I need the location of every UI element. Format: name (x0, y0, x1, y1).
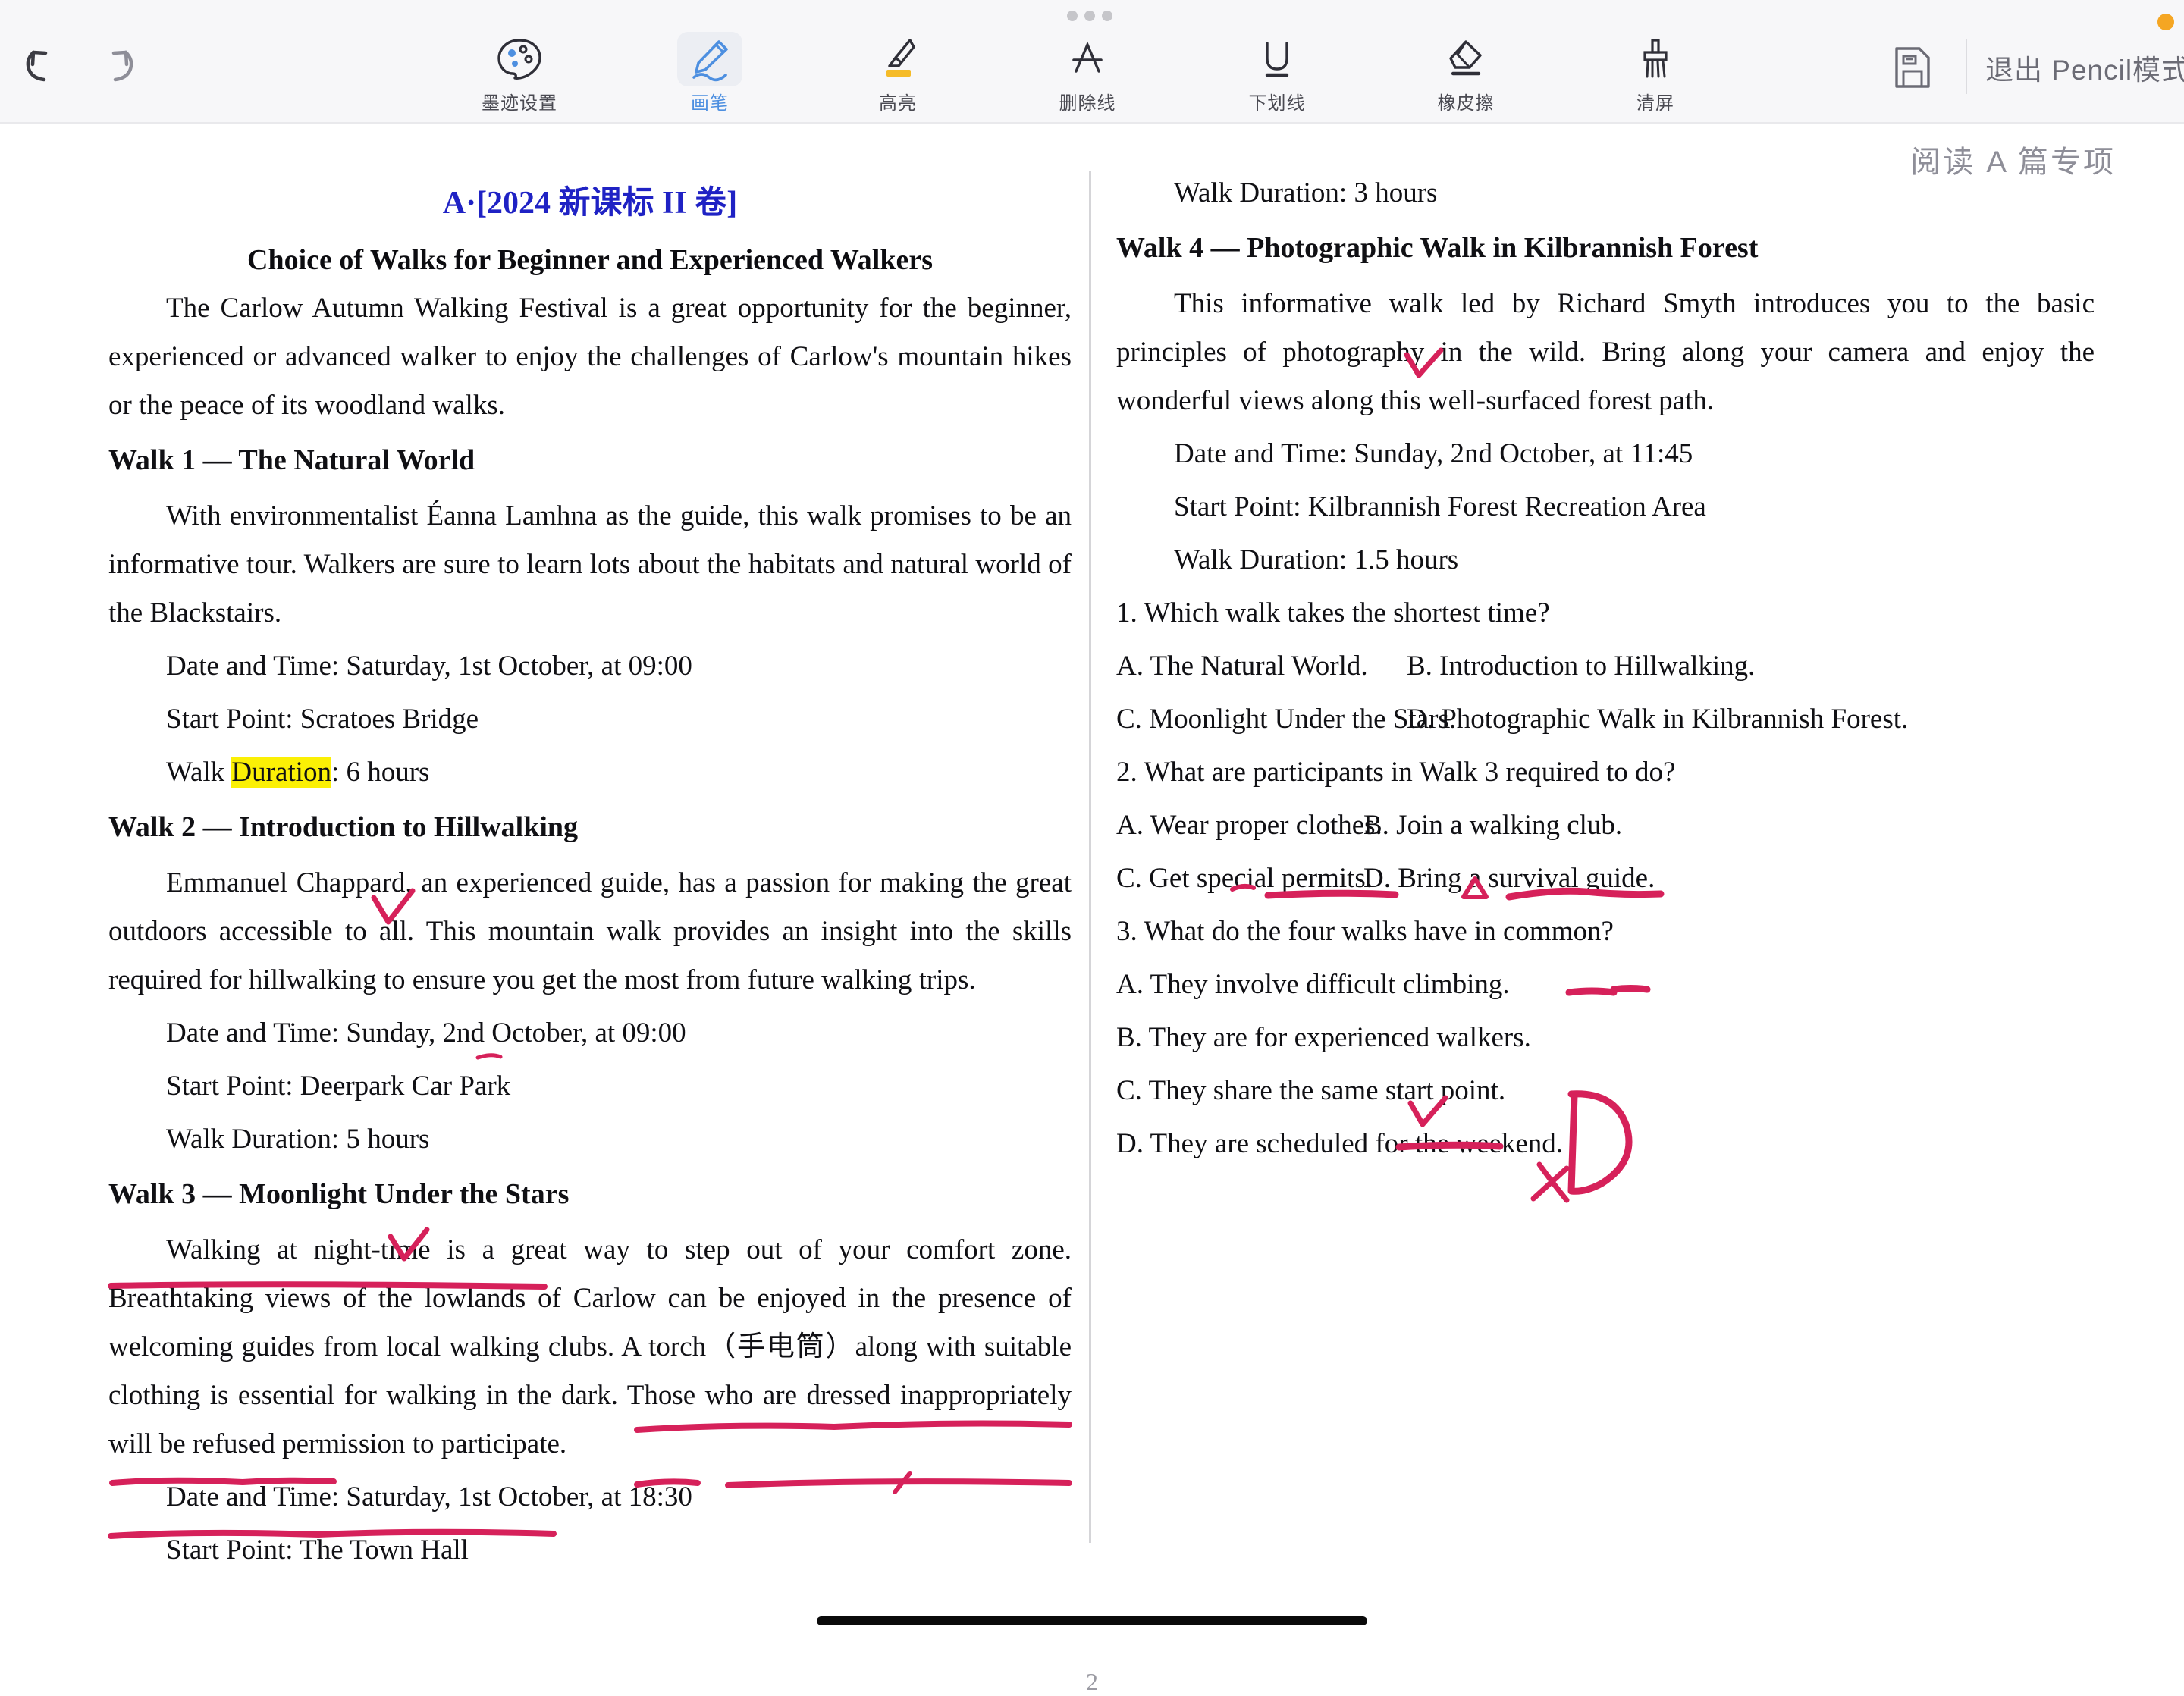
tool-eraser[interactable]: 橡皮擦 (1409, 32, 1523, 115)
tool-label: 下划线 (1248, 93, 1306, 114)
highlighter-icon (865, 32, 930, 86)
question-2-option-c[interactable]: C. Get special permits. (1116, 863, 1373, 894)
walk2-heading: Walk 2 — Introduction to Hillwalking (108, 811, 579, 843)
exit-pencil-mode-button[interactable]: 退出 Pencil模式 (1985, 47, 2184, 88)
question-2-option-b[interactable]: B. Join a walking club. (1363, 801, 1622, 850)
grabber-dot (1102, 11, 1112, 21)
walk1-duration-pre: Walk (166, 757, 232, 788)
walk1-date: Date and Time: Saturday, 1st October, at… (166, 650, 692, 682)
tool-pen[interactable]: 画笔 (653, 32, 767, 115)
undo-icon (26, 50, 48, 82)
question-3-option-a[interactable]: A. They involve difficult climbing. (1116, 961, 2095, 1009)
tool-highlight[interactable]: 高亮 (841, 32, 955, 115)
tool-strikethrough[interactable]: 删除线 (1031, 32, 1144, 115)
window-grabber-dots[interactable] (1067, 11, 1112, 21)
walk3-date: Date and Time: Saturday, 1st October, at… (166, 1481, 692, 1513)
strikethrough-icon (1055, 32, 1120, 86)
save-button[interactable] (1889, 44, 1936, 91)
tool-underline[interactable]: 下划线 (1220, 32, 1334, 115)
toolbar-divider (1966, 39, 1967, 94)
highlighted-duration-word: Duration (231, 757, 331, 788)
eraser-icon (1433, 32, 1498, 86)
walk3-heading: Walk 3 — Moonlight Under the Stars (108, 1178, 570, 1210)
walk1-start: Start Point: Scratoes Bridge (166, 704, 479, 735)
question-3-option-b[interactable]: B. They are for experienced walkers. (1116, 1014, 2095, 1062)
grabber-dot (1084, 11, 1095, 21)
question-3-option-d[interactable]: D. They are scheduled for the weekend. (1116, 1120, 2095, 1168)
tool-label: 画笔 (691, 93, 729, 114)
walk4-start: Start Point: Kilbrannish Forest Recreati… (1174, 491, 1706, 522)
document-page: 阅读 A 篇专项 A·[2024 新课标 II 卷] Choice of Wal… (0, 124, 2184, 1695)
question-2-options-row-2: C. Get special permits. D. Bring a survi… (1116, 854, 2095, 903)
passage-id-title: A·[2024 新课标 II 卷] (442, 186, 738, 221)
palette-icon (487, 32, 552, 86)
walk2-body: Emmanuel Chappard, an experienced guide,… (108, 867, 1072, 995)
question-2-option-a[interactable]: A. Wear proper clothes. (1116, 810, 1382, 841)
notification-dot[interactable] (2157, 14, 2174, 30)
redo-button[interactable] (91, 42, 141, 89)
home-indicator[interactable] (817, 1616, 1367, 1625)
pencil-toolbar: 墨迹设置 画笔 高亮 删除线 下划线 橡皮擦 清屏 退出 Pencil模式 (0, 0, 2184, 124)
question-3-stem: 3. What do the four walks have in common… (1116, 916, 1614, 947)
intro-paragraph: The Carlow Autumn Walking Festival is a … (108, 293, 1072, 421)
tool-label: 高亮 (879, 93, 917, 114)
save-document-icon (1895, 47, 1930, 88)
walk4-date: Date and Time: Sunday, 2nd October, at 1… (1174, 438, 1693, 469)
question-2-option-d[interactable]: D. Bring a survival guide. (1363, 854, 1655, 903)
walk3-duration: Walk Duration: 3 hours (1174, 177, 1438, 208)
question-1-option-c[interactable]: C. Moonlight Under the Stars. (1116, 704, 1456, 735)
pen-icon (677, 32, 742, 86)
walk4-duration: Walk Duration: 1.5 hours (1174, 544, 1459, 575)
walk4-body: This informative walk led by Richard Smy… (1116, 288, 2095, 416)
right-column: Walk Duration: 3 hours Walk 4 — Photogra… (1116, 124, 2095, 1168)
question-1-options-row-2: C. Moonlight Under the Stars. D. Photogr… (1116, 695, 2095, 744)
walk2-start: Start Point: Deerpark Car Park (166, 1071, 511, 1102)
tool-clear-screen[interactable]: 清屏 (1599, 32, 1712, 115)
passage-title: Choice of Walks for Beginner and Experie… (247, 244, 933, 276)
walk1-duration: Walk Duration: 6 hours (108, 748, 1072, 797)
walk4-heading: Walk 4 — Photographic Walk in Kilbrannis… (1116, 232, 1759, 264)
walk2-duration: Walk Duration: 5 hours (166, 1124, 430, 1155)
question-3-option-c[interactable]: C. They share the same start point. (1116, 1067, 2095, 1115)
underline-icon (1244, 32, 1310, 86)
ink-pointer (1530, 1165, 1570, 1202)
walk1-duration-post: : 6 hours (331, 757, 430, 788)
question-1-stem: 1. Which walk takes the shortest time? (1116, 597, 1550, 629)
walk3-start: Start Point: The Town Hall (166, 1535, 469, 1566)
undo-button[interactable] (21, 42, 71, 89)
walk3-body: Walking at night-time is a great way to … (108, 1234, 1072, 1459)
page-number: 2 (1086, 1668, 1098, 1695)
tool-ink-settings[interactable]: 墨迹设置 (463, 32, 576, 115)
question-1-option-d[interactable]: D. Photographic Walk in Kilbrannish Fore… (1407, 695, 1908, 744)
tool-label: 清屏 (1636, 93, 1674, 114)
walk1-body: With environmentalist Éanna Lamhna as th… (108, 500, 1072, 629)
brush-icon (1623, 32, 1688, 86)
walk2-date: Date and Time: Sunday, 2nd October, at 0… (166, 1017, 686, 1049)
tool-label: 删除线 (1059, 93, 1116, 114)
question-2-options-row-1: A. Wear proper clothes. B. Join a walkin… (1116, 801, 2095, 850)
question-1-options-row-1: A. The Natural World. B. Introduction to… (1116, 642, 2095, 691)
ink-pointer (1536, 1161, 1570, 1203)
question-1-option-b[interactable]: B. Introduction to Hillwalking. (1407, 642, 1755, 691)
tool-label: 墨迹设置 (482, 93, 557, 114)
left-column: A·[2024 新课标 II 卷] Choice of Walks for Be… (108, 124, 1072, 1575)
walk1-heading: Walk 1 — The Natural World (108, 444, 475, 476)
question-2-stem: 2. What are participants in Walk 3 requi… (1116, 757, 1676, 788)
tool-label: 橡皮擦 (1437, 93, 1495, 114)
question-1-option-a[interactable]: A. The Natural World. (1116, 650, 1368, 682)
grabber-dot (1067, 11, 1078, 21)
column-divider (1089, 171, 1091, 1543)
redo-icon (111, 50, 133, 82)
